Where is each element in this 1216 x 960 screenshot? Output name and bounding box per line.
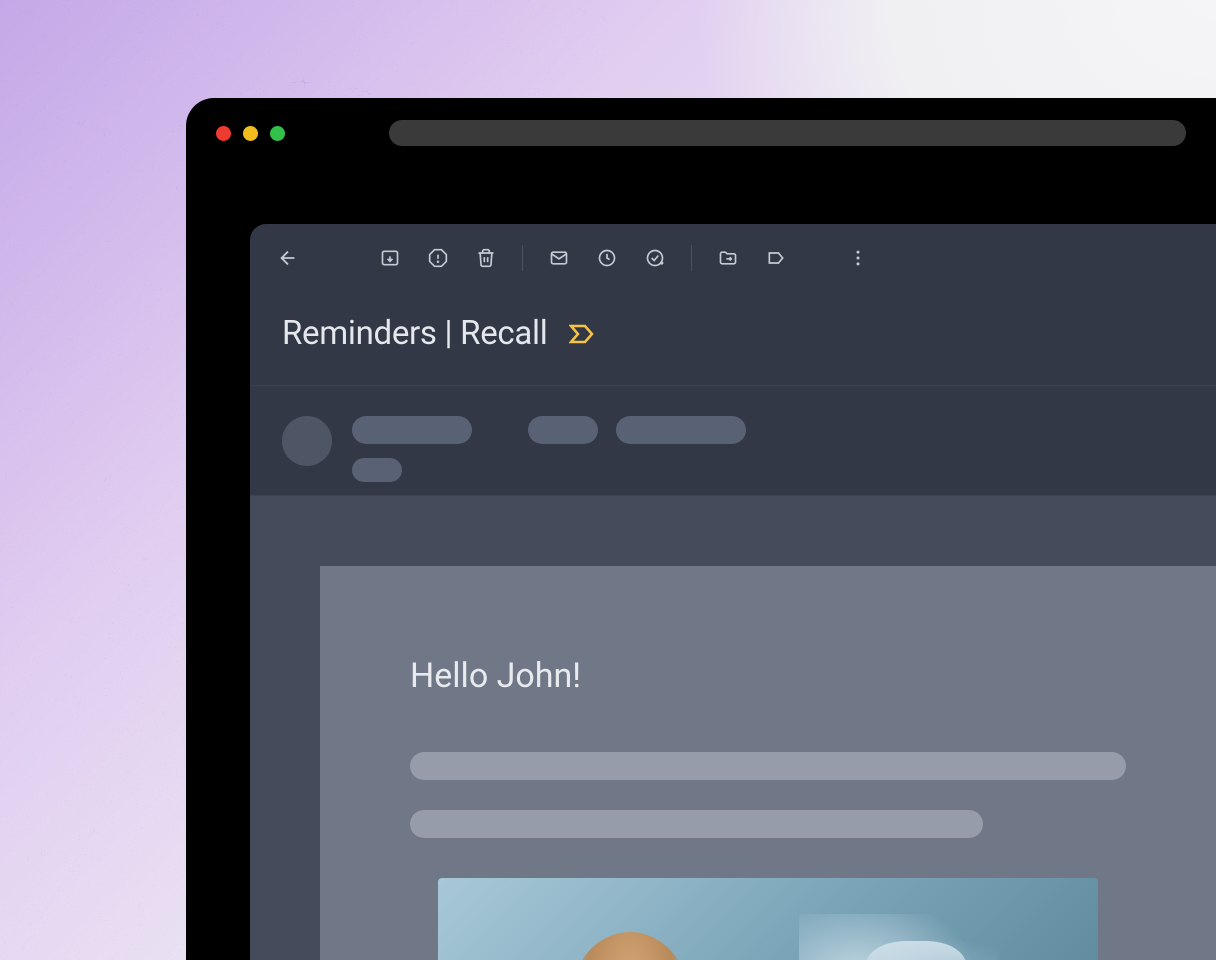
check-plus-icon (645, 248, 665, 268)
add-to-tasks-button[interactable] (633, 236, 677, 280)
close-window-button[interactable] (216, 126, 231, 141)
archive-icon (380, 248, 400, 268)
mark-unread-button[interactable] (537, 236, 581, 280)
email-body: Hello John! (320, 566, 1216, 960)
recipient-placeholder (352, 458, 402, 482)
toolbar-separator (522, 245, 523, 271)
delete-button[interactable] (464, 236, 508, 280)
back-button[interactable] (266, 236, 310, 280)
sender-info (250, 386, 1216, 496)
clock-icon (597, 248, 617, 268)
text-placeholder (410, 810, 983, 838)
toolbar-separator (691, 245, 692, 271)
label-icon (766, 248, 786, 268)
sender-name-placeholder (352, 416, 472, 444)
sender-avatar[interactable] (282, 416, 332, 466)
window-chrome (186, 98, 1216, 168)
labels-button[interactable] (754, 236, 798, 280)
maximize-window-button[interactable] (270, 126, 285, 141)
email-greeting: Hello John! (410, 656, 1126, 696)
more-vertical-icon (848, 248, 868, 268)
email-app: Reminders | Recall (250, 224, 1216, 960)
snooze-button[interactable] (585, 236, 629, 280)
browser-window: Reminders | Recall (186, 98, 1216, 960)
mail-icon (549, 248, 569, 268)
email-subject: Reminders | Recall (282, 314, 547, 353)
report-spam-button[interactable] (416, 236, 460, 280)
minimize-window-button[interactable] (243, 126, 258, 141)
more-actions-button[interactable] (836, 236, 880, 280)
email-subject-bar: Reminders | Recall (250, 292, 1216, 386)
sender-meta-placeholder (616, 416, 746, 444)
folder-move-icon (718, 248, 738, 268)
spam-icon (428, 248, 448, 268)
address-bar[interactable] (389, 120, 1186, 146)
sender-meta-placeholder (528, 416, 598, 444)
traffic-lights (216, 126, 285, 141)
archive-button[interactable] (368, 236, 412, 280)
arrow-left-icon (277, 247, 299, 269)
move-to-button[interactable] (706, 236, 750, 280)
trash-icon (476, 248, 496, 268)
email-toolbar (250, 224, 1216, 292)
important-label-icon[interactable] (569, 324, 595, 344)
text-placeholder (410, 752, 1126, 780)
email-hero-image (438, 878, 1098, 960)
email-content-area: Hello John! (250, 496, 1216, 960)
